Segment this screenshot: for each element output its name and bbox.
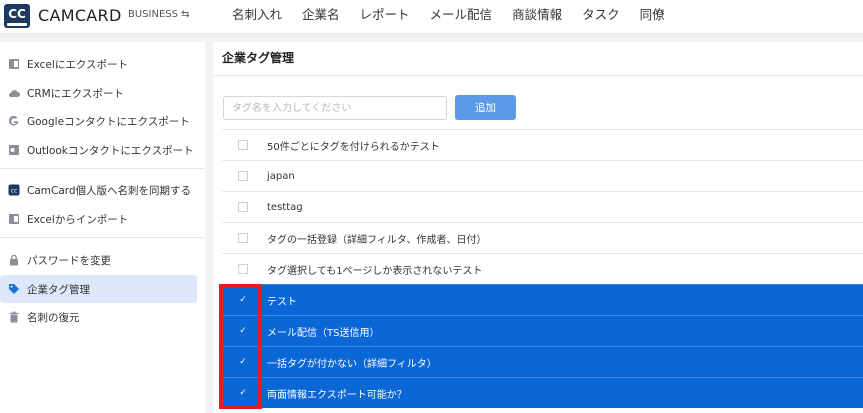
tag-checkbox[interactable]: [238, 202, 248, 212]
sidebar-item-import-excel[interactable]: Excelからインポート: [0, 205, 205, 233]
sidebar-item-label: Excelにエクスポート: [27, 58, 128, 71]
tag-checkbox[interactable]: [238, 140, 248, 150]
cloud-icon: [9, 90, 20, 97]
nav-mail[interactable]: メール配信: [430, 0, 493, 34]
sidebar-item-export-crm[interactable]: CRMにエクスポート: [0, 79, 205, 107]
svg-text:cc: cc: [11, 188, 18, 195]
nav-company[interactable]: 企業名: [302, 0, 340, 34]
excel-icon: [9, 59, 19, 69]
tag-row[interactable]: タグ選択しても1ページしか表示されないテスト: [222, 253, 863, 284]
outlook-icon: [9, 145, 19, 155]
top-header: CC CAMCARD BUSINESS ⇆ 名刺入れ 企業名 レポート メール配…: [0, 0, 863, 34]
tag-checkbox[interactable]: [238, 264, 248, 274]
tag-label: 両面情報エクスポート可能か？: [267, 389, 407, 401]
tag-icon: [9, 284, 19, 294]
tag-checkbox[interactable]: [238, 171, 248, 181]
sidebar-item-label: 企業タグ管理: [27, 283, 90, 296]
tag-label: japan: [267, 170, 295, 182]
sidebar-item-export-outlook[interactable]: Outlookコンタクトにエクスポート: [0, 136, 205, 164]
tag-label: タグ選択しても1ページしか表示されないテスト: [267, 265, 483, 277]
main-nav: 名刺入れ 企業名 レポート メール配信 商談情報 タスク 同僚: [232, 0, 685, 34]
tag-row[interactable]: タグの一括登録（詳細フィルタ、作成者、日付）: [222, 222, 863, 253]
tag-label: 50件ごとにタグを付けられるかテスト: [267, 141, 440, 153]
add-tag-button[interactable]: 追加: [455, 95, 516, 120]
tag-row[interactable]: japan: [222, 160, 863, 191]
tag-label: メール配信（TS送信用）: [267, 327, 380, 339]
nav-colleague[interactable]: 同僚: [640, 0, 665, 34]
edition-switch[interactable]: BUSINESS ⇆: [128, 9, 190, 20]
checkmark-icon[interactable]: ✓: [238, 357, 248, 367]
nav-task[interactable]: タスク: [582, 0, 620, 34]
nav-deals[interactable]: 商談情報: [512, 0, 562, 34]
camcard-logo-icon[interactable]: CC: [4, 4, 30, 28]
settings-sidebar: Excelにエクスポート CRMにエクスポート Googleコンタクトにエクスポ…: [0, 42, 205, 413]
tag-row-selected[interactable]: ✓ メール配信（TS送信用）: [222, 315, 863, 346]
title-divider: [213, 75, 863, 76]
sidebar-item-tag-management[interactable]: 企業タグ管理: [0, 275, 197, 303]
lock-icon: [10, 254, 18, 266]
sidebar-item-label: Googleコンタクトにエクスポート: [27, 115, 190, 128]
sidebar-item-label: Excelからインポート: [27, 213, 129, 226]
trash-icon: [9, 311, 19, 323]
checkmark-icon[interactable]: ✓: [238, 388, 248, 398]
tag-row[interactable]: testtag: [222, 191, 863, 222]
sidebar-item-sync-personal[interactable]: cc CamCard個人版へ名刺を同期する: [0, 176, 205, 204]
page-title: 企業タグ管理: [222, 51, 295, 65]
excel-import-icon: [9, 214, 19, 224]
tag-management-panel: 企業タグ管理 追加 50件ごとにタグを付けられるかテスト japan testt…: [213, 42, 863, 413]
sidebar-item-change-password[interactable]: パスワードを変更: [0, 246, 205, 274]
sidebar-divider: [0, 237, 205, 238]
logo-text: CC: [8, 7, 26, 21]
sidebar-item-export-excel[interactable]: Excelにエクスポート: [0, 50, 205, 78]
camcard-icon: cc: [8, 184, 20, 196]
sidebar-item-label: CamCard個人版へ名刺を同期する: [27, 184, 192, 197]
tag-label: 一括タグが付かない（詳細フィルタ）: [267, 358, 437, 370]
sidebar-item-label: CRMにエクスポート: [27, 87, 124, 100]
nav-cardholder[interactable]: 名刺入れ: [232, 0, 282, 34]
tag-label: testtag: [267, 201, 303, 213]
sidebar-item-label: 名刺の復元: [27, 311, 80, 324]
tag-row-selected[interactable]: ✓ 両面情報エクスポート可能か？: [222, 377, 863, 408]
brand-name[interactable]: CAMCARD: [38, 6, 122, 25]
tag-row[interactable]: 50件ごとにタグを付けられるかテスト: [222, 129, 863, 160]
google-icon: [8, 115, 19, 126]
checkmark-icon[interactable]: ✓: [238, 326, 248, 336]
checkmark-icon[interactable]: ✓: [238, 295, 248, 305]
tag-label: タグの一括登録（詳細フィルタ、作成者、日付）: [267, 234, 487, 246]
tag-checkbox[interactable]: [238, 233, 248, 243]
tag-label: テスト: [267, 296, 297, 308]
sidebar-item-label: パスワードを変更: [27, 254, 111, 267]
nav-report[interactable]: レポート: [360, 0, 410, 34]
tag-row-selected[interactable]: ✓ テスト: [222, 284, 863, 315]
tag-name-input[interactable]: [223, 96, 447, 120]
sidebar-item-label: Outlookコンタクトにエクスポート: [27, 144, 194, 157]
sidebar-item-export-google[interactable]: Googleコンタクトにエクスポート: [0, 107, 205, 135]
tag-row-selected[interactable]: ✓ 一括タグが付かない（詳細フィルタ）: [222, 346, 863, 377]
sidebar-item-restore-cards[interactable]: 名刺の復元: [0, 303, 205, 331]
sidebar-divider: [0, 168, 205, 169]
logo-underline: [7, 23, 27, 26]
